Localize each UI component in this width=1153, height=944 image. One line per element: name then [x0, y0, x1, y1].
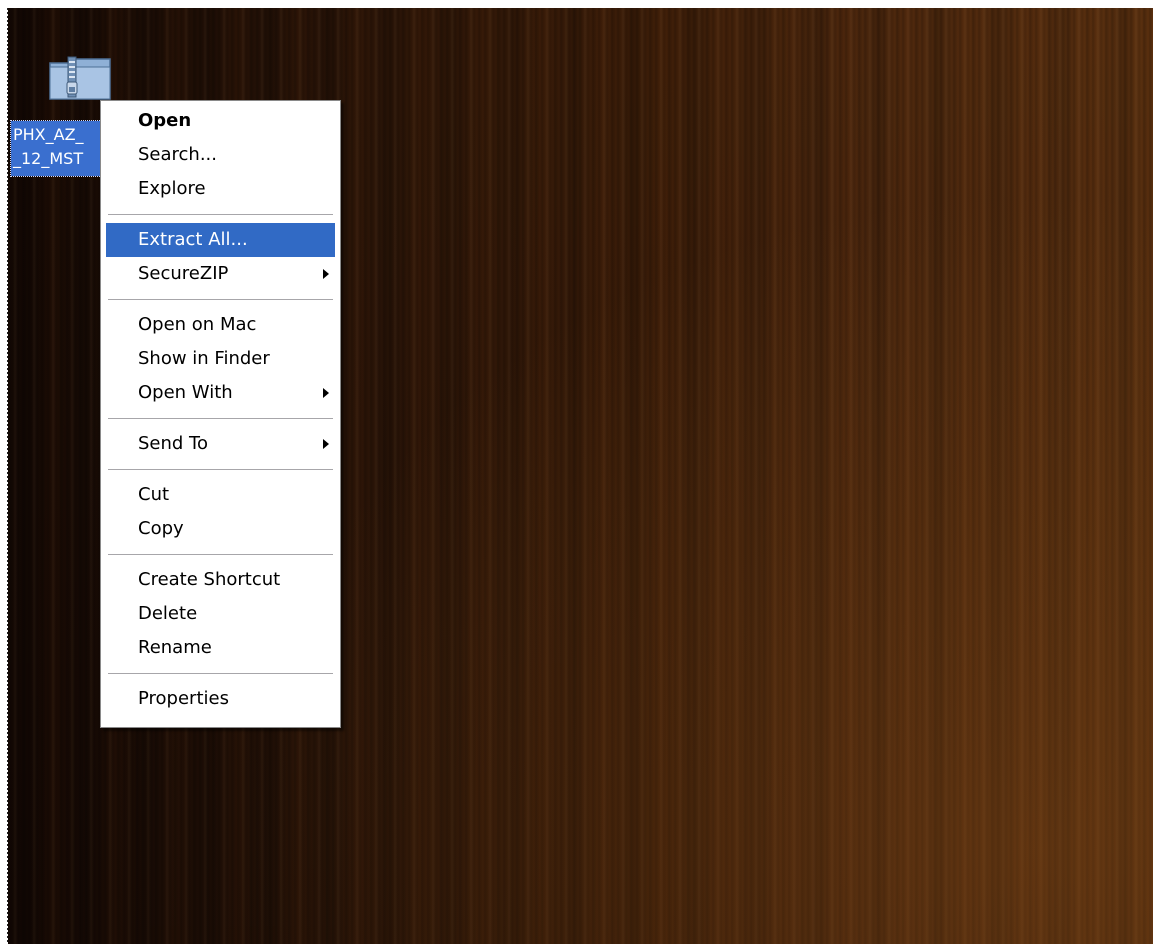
menu-separator — [108, 418, 333, 419]
menu-item-open-with[interactable]: Open With — [106, 376, 335, 410]
menu-item-label: Delete — [138, 603, 198, 624]
menu-item-send-to[interactable]: Send To — [106, 427, 335, 461]
menu-item-show-in-finder[interactable]: Show in Finder — [106, 342, 335, 376]
menu-item-label: Open With — [138, 382, 233, 403]
menu-item-label: Copy — [138, 518, 184, 539]
menu-separator — [108, 469, 333, 470]
context-menu: Open Search... Explore Extract All... Secure… — [100, 100, 341, 728]
menu-item-rename[interactable]: Rename — [106, 631, 335, 665]
menu-item-label: Search... — [138, 144, 218, 165]
menu-item-securezip[interactable]: SecureZIP — [106, 257, 335, 291]
menu-item-open-on-mac[interactable]: Open on Mac — [106, 308, 335, 342]
menu-item-create-shortcut[interactable]: Create Shortcut — [106, 563, 335, 597]
menu-item-label: SecureZIP — [138, 263, 229, 284]
menu-item-extract-all[interactable]: Extract All... — [106, 223, 335, 257]
menu-item-label: Show in Finder — [138, 348, 270, 369]
menu-separator — [108, 214, 333, 215]
menu-item-label: Rename — [138, 637, 212, 658]
menu-item-explore[interactable]: Explore — [106, 172, 335, 206]
submenu-arrow-icon — [323, 388, 329, 398]
submenu-arrow-icon — [323, 269, 329, 279]
menu-item-label: Explore — [138, 178, 206, 199]
menu-item-search[interactable]: Search... — [106, 138, 335, 172]
menu-item-label: Extract All... — [138, 229, 248, 250]
menu-separator — [108, 673, 333, 674]
menu-item-cut[interactable]: Cut — [106, 478, 335, 512]
menu-item-label: Send To — [138, 433, 209, 454]
menu-item-label: Cut — [138, 484, 170, 505]
menu-separator — [108, 299, 333, 300]
menu-item-label: Open — [138, 110, 192, 131]
submenu-arrow-icon — [323, 439, 329, 449]
menu-item-open[interactable]: Open — [106, 104, 335, 138]
screen: PHX_AZ_ _12_MST Open Search... Explore Extr… — [0, 0, 1153, 944]
menu-item-delete[interactable]: Delete — [106, 597, 335, 631]
menu-item-label: Properties — [138, 688, 229, 709]
zip-folder-icon — [49, 56, 111, 100]
desktop-icon-label[interactable]: PHX_AZ_ _12_MST — [10, 120, 104, 177]
menu-item-properties[interactable]: Properties — [106, 682, 335, 716]
menu-item-label: Open on Mac — [138, 314, 257, 335]
selection-marquee-edge — [7, 8, 8, 944]
menu-separator — [108, 554, 333, 555]
menu-item-label: Create Shortcut — [138, 569, 281, 590]
menu-item-copy[interactable]: Copy — [106, 512, 335, 546]
screen-left-edge — [0, 8, 8, 944]
